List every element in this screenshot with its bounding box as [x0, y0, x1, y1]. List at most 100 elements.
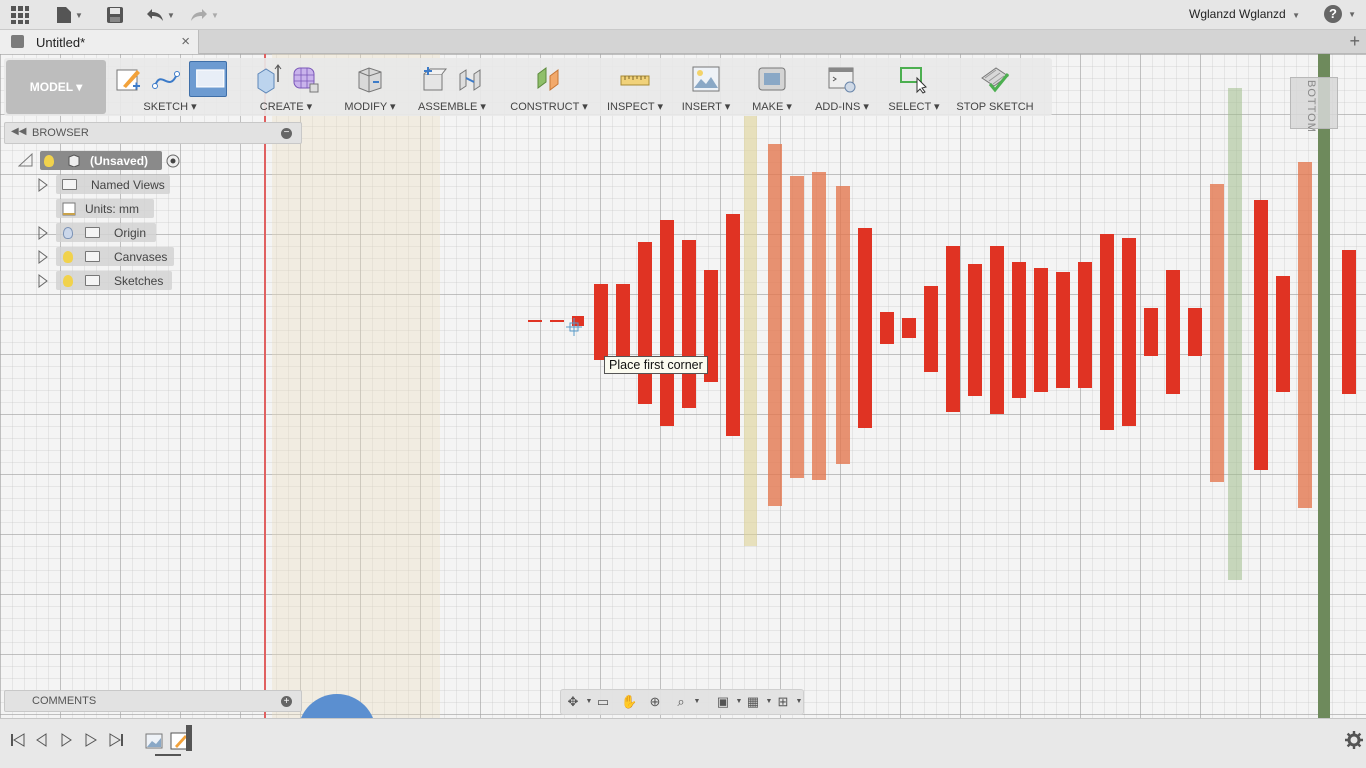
press-pull-icon[interactable]	[355, 64, 385, 94]
visibility-bulb-icon[interactable]	[63, 250, 73, 263]
help-chevron-down-icon[interactable]: ▼	[1348, 10, 1356, 19]
undo-button[interactable]: ▼	[146, 4, 175, 26]
apps-grid-icon[interactable]	[10, 4, 30, 26]
document-tab[interactable]: Untitled* ×	[0, 30, 199, 54]
rectangle-icon[interactable]	[189, 61, 227, 97]
tree-item-units[interactable]: Units: mm	[56, 199, 154, 218]
toolbar-group-addins[interactable]: ADD-INS ▾	[810, 62, 874, 114]
add-comment-icon[interactable]: +	[281, 696, 292, 707]
tree-root[interactable]: (Unsaved)	[40, 151, 162, 170]
display-settings-icon[interactable]: ▣	[715, 695, 731, 709]
close-tab-icon[interactable]: ×	[181, 33, 190, 50]
sketch-bar	[1298, 162, 1312, 508]
extrude-box-icon[interactable]	[252, 64, 282, 94]
orbit-icon[interactable]: ✥	[565, 695, 581, 709]
sketch-bar	[1276, 276, 1290, 392]
toolbar-group-insert[interactable]: INSERT ▾	[680, 62, 732, 114]
sketch-bar	[1034, 268, 1048, 392]
select-menu-label: SELECT ▾	[888, 101, 940, 113]
tree-item-canvases[interactable]: Canvases	[56, 247, 174, 266]
insert-menu-label: INSERT ▾	[681, 101, 731, 113]
collapse-root-icon[interactable]	[18, 153, 34, 167]
tree-item-named-views[interactable]: Named Views	[56, 175, 170, 194]
sketch-bar	[1166, 270, 1180, 394]
measure-icon[interactable]	[620, 64, 650, 94]
timeline-group-bracket	[155, 754, 181, 756]
tree-item-label: Origin	[114, 225, 147, 240]
sketch-bar	[1228, 88, 1242, 580]
pan-hand-icon[interactable]: ✋	[621, 695, 637, 709]
visibility-bulb-icon[interactable]	[44, 154, 54, 167]
form-icon[interactable]	[290, 64, 320, 94]
toolbar-group-assemble[interactable]: ASSEMBLE ▾	[416, 62, 488, 114]
collapse-panel-icon[interactable]: ◀◀	[11, 126, 26, 137]
look-at-icon[interactable]: ▭	[595, 695, 611, 709]
toolbar-group-inspect[interactable]: INSPECT ▾	[604, 62, 666, 114]
toolbar-group-modify[interactable]: MODIFY ▾	[342, 62, 398, 114]
go-to-start-icon[interactable]	[10, 732, 26, 748]
step-back-icon[interactable]	[34, 732, 50, 748]
redo-button[interactable]: ▼	[190, 4, 219, 26]
comments-panel-header[interactable]: COMMENTS +	[4, 690, 302, 712]
create-sketch-icon[interactable]	[113, 64, 143, 94]
sketch-bar	[1122, 238, 1136, 426]
toolbar-group-construct[interactable]: CONSTRUCT ▾	[506, 62, 592, 114]
browser-title: BROWSER	[32, 127, 89, 139]
step-forward-icon[interactable]	[82, 732, 98, 748]
insert-image-icon[interactable]	[691, 64, 721, 94]
tree-item-sketches[interactable]: Sketches	[56, 271, 172, 290]
toolbar-group-create[interactable]: CREATE ▾	[248, 62, 324, 114]
viewports-chevron-down-icon[interactable]: ▼	[791, 695, 807, 709]
spline-icon[interactable]	[151, 64, 181, 94]
select-icon[interactable]	[899, 64, 929, 94]
sketch-preview-line	[528, 320, 542, 322]
browser-panel-header[interactable]: ◀◀ BROWSER −	[4, 122, 302, 144]
save-button[interactable]	[106, 4, 124, 26]
expand-named-views-icon[interactable]	[38, 178, 48, 192]
viewports-icon[interactable]: ⊞	[775, 695, 791, 709]
activate-radio-icon[interactable]	[166, 154, 180, 168]
play-icon[interactable]	[58, 732, 74, 748]
expand-canvases-icon[interactable]	[38, 250, 48, 264]
workspace-switcher[interactable]: MODEL ▾	[6, 60, 106, 114]
sketch-bar	[902, 318, 916, 338]
user-menu[interactable]: Wglanzd Wglanzd ▼	[1189, 7, 1300, 21]
toolbar-group-sketch[interactable]: SKETCH ▾	[112, 61, 228, 114]
new-component-icon[interactable]	[418, 64, 448, 94]
go-to-end-icon[interactable]	[108, 732, 124, 748]
view-cube[interactable]: BOTTOM	[1290, 77, 1338, 133]
stop-sketch-icon[interactable]	[980, 64, 1010, 94]
toolbar-group-make[interactable]: MAKE ▾	[746, 62, 798, 114]
toolbar-group-select[interactable]: SELECT ▾	[886, 62, 942, 114]
tree-item-origin[interactable]: Origin	[56, 223, 156, 242]
zoom-icon[interactable]: ⊕	[647, 695, 663, 709]
sketch-bar	[990, 246, 1004, 414]
visibility-bulb-icon[interactable]	[63, 274, 73, 287]
file-menu-button[interactable]: ▼	[56, 4, 83, 26]
design-canvas[interactable]	[0, 54, 1366, 718]
scripts-icon[interactable]	[827, 64, 857, 94]
offset-plane-icon[interactable]	[534, 64, 564, 94]
sketch-bar	[880, 312, 894, 344]
expand-origin-icon[interactable]	[38, 226, 48, 240]
fit-zoom-icon[interactable]: ⌕	[673, 695, 689, 709]
grid-settings-icon[interactable]: ▦	[745, 695, 761, 709]
visibility-bulb-icon[interactable]	[63, 226, 73, 239]
units-document-icon	[62, 202, 76, 215]
minimize-panel-icon[interactable]: −	[281, 128, 292, 139]
help-button[interactable]: ?	[1324, 5, 1342, 23]
x-axis-line	[264, 54, 266, 718]
timeline-canvas-icon[interactable]	[145, 732, 163, 750]
expand-sketches-icon[interactable]	[38, 274, 48, 288]
tree-item-label: Named Views	[91, 177, 165, 192]
zoom-chevron-down-icon[interactable]: ▼	[689, 695, 705, 709]
joint-icon[interactable]	[456, 64, 486, 94]
toolbar-group-stop-sketch[interactable]: STOP SKETCH	[954, 62, 1036, 114]
sketch-bar	[744, 116, 757, 546]
timeline-settings-gear-icon[interactable]	[1345, 731, 1363, 749]
print-icon[interactable]	[757, 64, 787, 94]
sketch-bar	[1012, 262, 1026, 398]
sketch-bar	[1078, 262, 1092, 388]
timeline-marker[interactable]	[186, 725, 192, 751]
new-tab-icon[interactable]: +	[1349, 31, 1360, 52]
